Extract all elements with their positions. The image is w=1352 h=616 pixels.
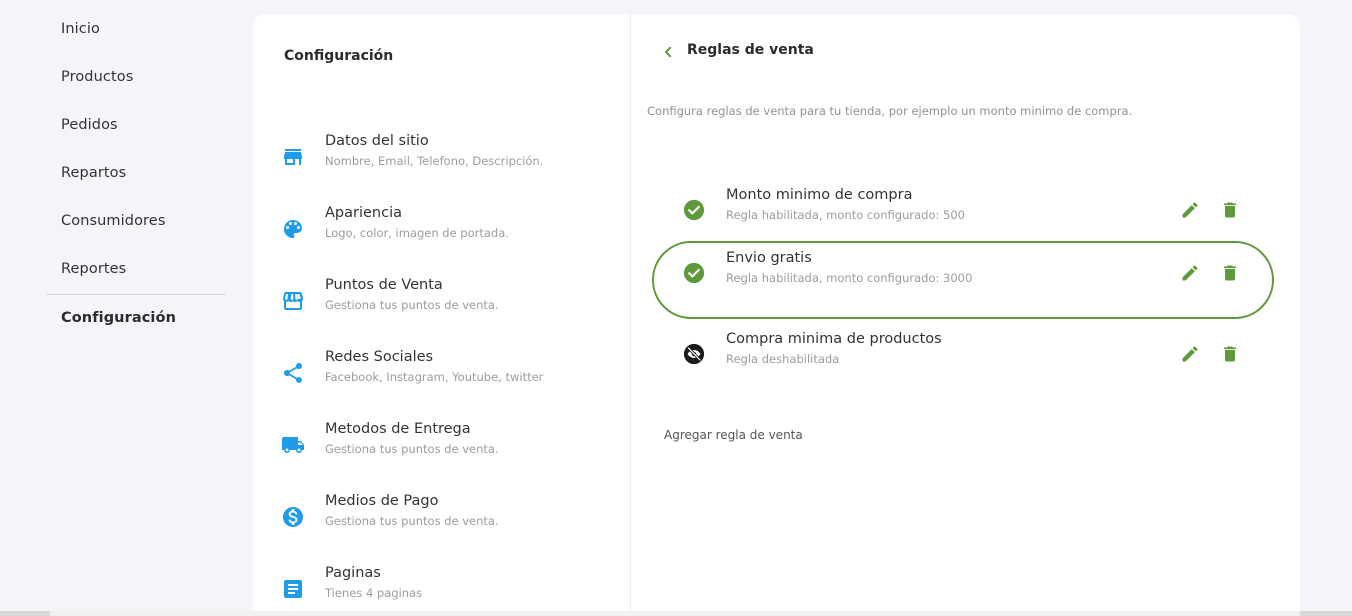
- config-title: Configuración: [284, 48, 394, 64]
- menu-item-metodos-entrega[interactable]: Metodos de Entrega Gestiona tus puntos d…: [253, 421, 630, 477]
- share-icon: [284, 363, 302, 383]
- pencil-icon[interactable]: [1180, 263, 1200, 283]
- rule-row-envio-gratis[interactable]: Envio gratis Regla habilitada, monto con…: [652, 241, 1274, 319]
- add-rule-link[interactable]: Agregar regla de venta: [664, 428, 803, 442]
- menu-item-subtitle: Gestiona tus puntos de venta.: [325, 298, 499, 312]
- rule-status-text: Regla habilitada, monto configurado: 500: [726, 208, 965, 222]
- menu-item-medios-pago[interactable]: Medios de Pago Gestiona tus puntos de ve…: [253, 493, 630, 549]
- chevron-left-icon[interactable]: [658, 42, 678, 62]
- storefront-icon: [283, 292, 303, 310]
- menu-item-subtitle: Gestiona tus puntos de venta.: [325, 514, 499, 528]
- menu-item-subtitle: Facebook, Instagram, Youtube, twitter: [325, 370, 544, 384]
- trash-icon[interactable]: [1220, 343, 1240, 365]
- rule-row-compra-minima[interactable]: Compra minima de productos Regla deshabi…: [652, 322, 1274, 400]
- rule-title: Compra minima de productos: [726, 331, 942, 347]
- trash-icon[interactable]: [1220, 199, 1240, 221]
- nav-item-inicio[interactable]: Inicio: [61, 21, 100, 37]
- palette-icon: [284, 220, 302, 238]
- menu-item-paginas[interactable]: Paginas Tienes 4 paginas: [253, 565, 630, 616]
- menu-item-apariencia[interactable]: Apariencia Logo, color, imagen de portad…: [253, 205, 630, 261]
- menu-item-redes-sociales[interactable]: Redes Sociales Facebook, Instagram, Yout…: [253, 349, 630, 405]
- settings-card: Configuración Datos del sitio Nombre, Em…: [253, 14, 1300, 616]
- nav-item-configuracion[interactable]: Configuración: [61, 310, 176, 326]
- menu-item-puntos-venta[interactable]: Puntos de Venta Gestiona tus puntos de v…: [253, 277, 630, 333]
- nav-divider: [46, 294, 226, 295]
- horizontal-scrollbar[interactable]: [0, 611, 1352, 616]
- pencil-icon[interactable]: [1180, 200, 1200, 220]
- menu-item-title: Paginas: [325, 565, 381, 581]
- truck-icon: [282, 437, 304, 453]
- menu-item-title: Puntos de Venta: [325, 277, 443, 293]
- nav-item-productos[interactable]: Productos: [61, 69, 133, 85]
- nav-item-consumidores[interactable]: Consumidores: [61, 213, 165, 229]
- disabled-eye-icon: [683, 343, 705, 365]
- menu-item-title: Metodos de Entrega: [325, 421, 471, 437]
- pencil-icon[interactable]: [1180, 344, 1200, 364]
- menu-item-datos-sitio[interactable]: Datos del sitio Nombre, Email, Telefono,…: [253, 133, 630, 189]
- rule-title: Envio gratis: [726, 250, 812, 266]
- document-icon: [284, 580, 302, 598]
- rule-title: Monto minimo de compra: [726, 187, 913, 203]
- rule-status-text: Regla deshabilitada: [726, 352, 840, 366]
- rule-status-text: Regla habilitada, monto configurado: 300…: [726, 271, 973, 285]
- sidebar-nav: Inicio Productos Pedidos Repartos Consum…: [0, 0, 240, 616]
- scrollbar-thumb[interactable]: [50, 611, 1300, 616]
- dollar-circle-icon: [283, 507, 303, 527]
- nav-item-pedidos[interactable]: Pedidos: [61, 117, 118, 133]
- menu-item-subtitle: Tienes 4 paginas: [325, 586, 423, 600]
- column-divider: [630, 14, 631, 616]
- menu-item-subtitle: Logo, color, imagen de portada.: [325, 226, 509, 240]
- nav-item-repartos[interactable]: Repartos: [61, 165, 126, 181]
- menu-item-subtitle: Gestiona tus puntos de venta.: [325, 442, 499, 456]
- store-icon: [284, 149, 302, 165]
- check-circle-icon: [683, 262, 705, 284]
- page-title: Reglas de venta: [687, 42, 814, 58]
- trash-icon[interactable]: [1220, 262, 1240, 284]
- nav-item-reportes[interactable]: Reportes: [61, 261, 126, 277]
- rules-description: Configura reglas de venta para tu tienda…: [647, 104, 1133, 118]
- menu-item-title: Medios de Pago: [325, 493, 439, 509]
- menu-item-title: Apariencia: [325, 205, 402, 221]
- menu-item-subtitle: Nombre, Email, Telefono, Descripción.: [325, 154, 544, 168]
- menu-item-title: Redes Sociales: [325, 349, 434, 365]
- menu-item-title: Datos del sitio: [325, 133, 429, 149]
- check-circle-icon: [683, 199, 705, 221]
